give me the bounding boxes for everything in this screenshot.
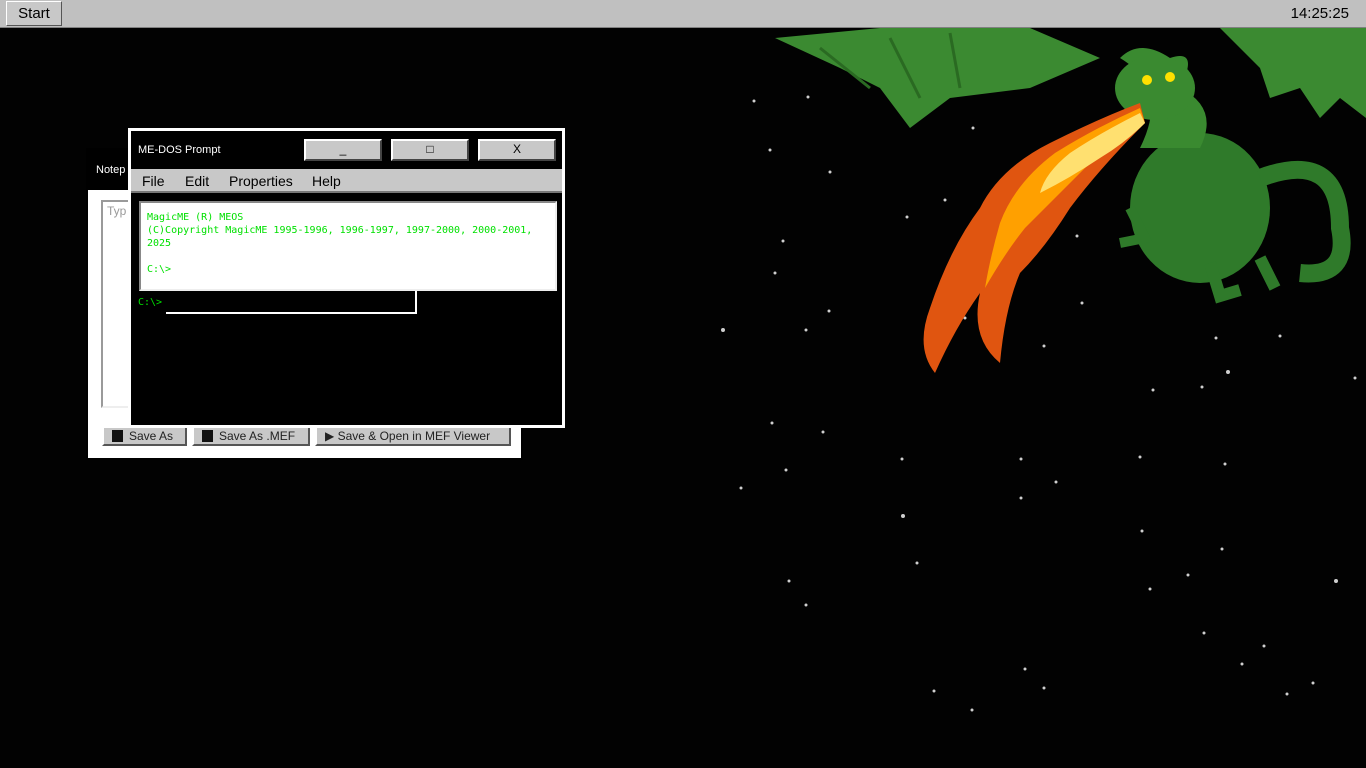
dos-titlebar[interactable]: ME-DOS Prompt _ □ X xyxy=(131,131,562,169)
menu-help[interactable]: Help xyxy=(312,173,341,189)
save-as-mef-button[interactable]: Save As .MEF xyxy=(192,426,310,446)
dos-output-area: MagicME (R) MEOS (C)Copyright MagicME 19… xyxy=(139,201,557,291)
output-line: C:\> xyxy=(147,264,172,275)
maximize-button[interactable]: □ xyxy=(391,139,469,161)
save-as-label: Save As xyxy=(129,429,174,443)
output-line: MagicME (R) MEOS xyxy=(147,212,244,223)
taskbar: Start 14:25:25 xyxy=(0,0,1366,28)
close-button[interactable]: X xyxy=(478,139,556,161)
save-icon xyxy=(202,430,213,442)
dos-menubar: File Edit Properties Help xyxy=(131,169,562,193)
play-icon: ▶ xyxy=(325,429,338,443)
dos-prompt-window[interactable]: ME-DOS Prompt _ □ X File Edit Properties… xyxy=(128,128,565,428)
save-icon xyxy=(112,430,123,442)
save-open-mef-button[interactable]: ▶ Save & Open in MEF Viewer xyxy=(315,426,511,446)
command-prompt-label: C:\> xyxy=(138,297,163,308)
menu-properties[interactable]: Properties xyxy=(229,173,293,189)
menu-file[interactable]: File xyxy=(142,173,165,189)
notepad-title: Notep xyxy=(96,164,126,176)
save-as-mef-label: Save As .MEF xyxy=(219,429,296,443)
command-input[interactable] xyxy=(166,291,417,314)
menu-edit[interactable]: Edit xyxy=(185,173,209,189)
notepad-placeholder: Typ xyxy=(107,204,127,218)
save-as-button[interactable]: Save As xyxy=(102,426,187,446)
output-line: (C)Copyright MagicME 1995-1996, 1996-199… xyxy=(147,225,539,249)
start-button[interactable]: Start xyxy=(6,1,62,26)
dragon-wallpaper-art xyxy=(775,28,1366,373)
save-open-mef-label: Save & Open in MEF Viewer xyxy=(337,429,491,443)
minimize-button[interactable]: _ xyxy=(304,139,382,161)
dos-window-title: ME-DOS Prompt xyxy=(138,144,221,156)
taskbar-clock: 14:25:25 xyxy=(1290,5,1349,22)
